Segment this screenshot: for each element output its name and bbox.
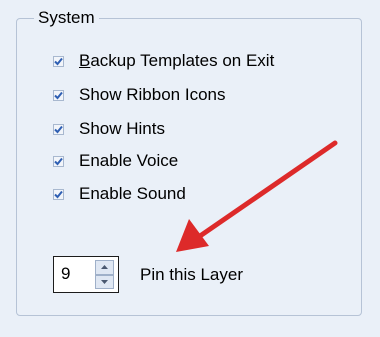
- options-panel: System Backup Templates on Exit Show Rib…: [0, 0, 380, 337]
- red-arrow-annotation: [176, 140, 338, 252]
